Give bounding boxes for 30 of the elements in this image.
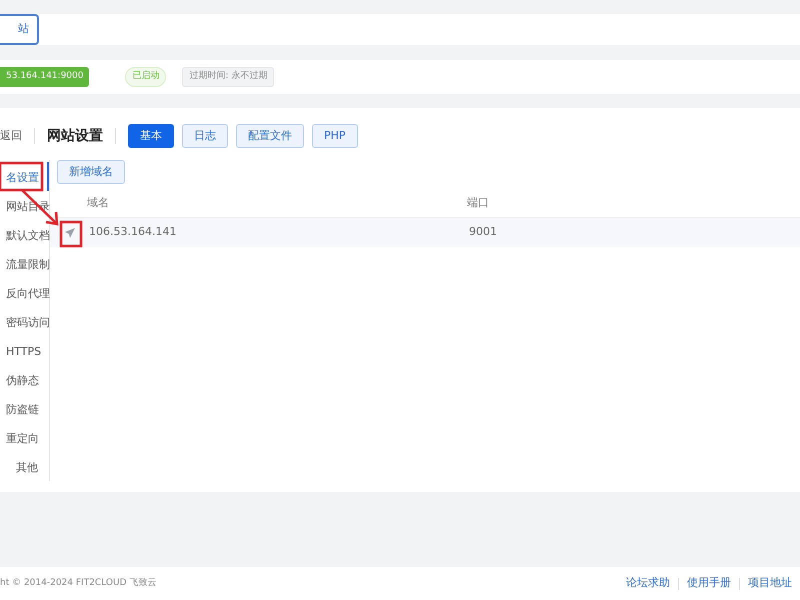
site-button[interactable]: 站	[0, 14, 39, 45]
sidebar-item[interactable]: 伪静态	[0, 365, 49, 394]
sidebar-item[interactable]: 其他	[0, 452, 49, 481]
tab[interactable]: 基本	[128, 124, 174, 148]
send-icon[interactable]	[65, 228, 75, 238]
column-header: 域名	[87, 195, 110, 212]
sidebar-item[interactable]: 密码访问	[0, 307, 49, 336]
tab[interactable]: 日志	[182, 124, 228, 148]
table-cell-text: 9001	[469, 224, 497, 240]
sidebar-item[interactable]: 防盗链	[0, 394, 49, 423]
status-tag: 已启动	[125, 67, 166, 87]
sidebar-item[interactable]: 重定向	[0, 423, 49, 452]
expiry-tag: 过期时间: 永不过期	[182, 67, 274, 87]
tab[interactable]: PHP	[312, 124, 358, 148]
sidebar-item[interactable]: 流量限制	[0, 249, 49, 278]
tab[interactable]: 配置文件	[236, 124, 304, 148]
sidebar-item[interactable]: HTTPS	[0, 336, 49, 365]
sidebar-item[interactable]: 默认文档	[0, 220, 49, 249]
footer-link[interactable]: 项目地址	[748, 575, 792, 592]
footer-link[interactable]: 使用手册	[687, 575, 731, 592]
footer-link[interactable]: 论坛求助	[626, 575, 670, 592]
sidebar-item[interactable]: 反向代理	[0, 278, 49, 307]
address-badge: 53.164.141:9000	[0, 67, 90, 87]
table-cell-text: 106.53.164.141	[89, 224, 178, 240]
page-title: 网站设置	[47, 126, 103, 146]
add-domain-button[interactable]: 新增域名	[57, 160, 125, 184]
sidebar-item[interactable]: 名设置	[0, 162, 49, 191]
copyright-text: ht © 2014-2024 FIT2CLOUD 飞致云	[0, 576, 156, 590]
back-link[interactable]: 返回	[0, 128, 22, 144]
column-header: 端口	[467, 195, 489, 212]
